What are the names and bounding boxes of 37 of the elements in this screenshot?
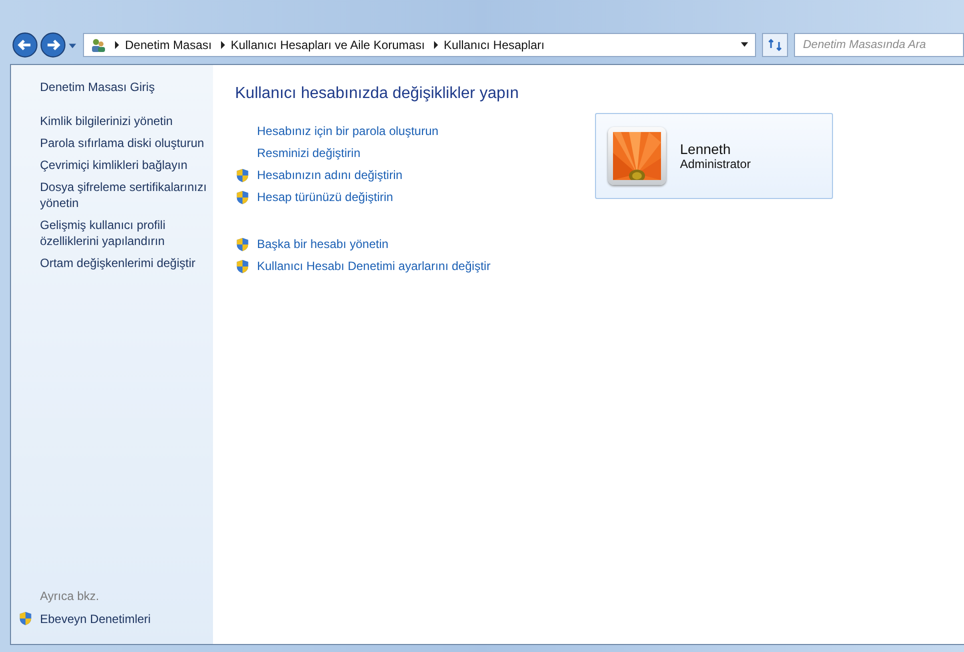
refresh-button[interactable] [762, 33, 788, 57]
sidebar-link[interactable]: Kimlik bilgilerinizi yönetin [11, 113, 213, 129]
search-field[interactable]: Denetim Masasında Ara [794, 33, 964, 57]
breadcrumb[interactable]: Denetim Masası [125, 38, 212, 52]
shield-icon [235, 190, 250, 205]
task-link[interactable]: Hesabınızın adını değiştirin [257, 167, 402, 184]
sidebar-link[interactable]: Dosya şifreleme sertifikalarınızı yönetin [11, 179, 213, 211]
task-link[interactable]: Resminizi değiştirin [257, 145, 360, 162]
see-also-heading: Ayrıca bkz. [39, 589, 100, 603]
address-bar[interactable]: Denetim Masası Kullanıcı Hesapları ve Aile Koruması Kullanıcı Hesapları [83, 33, 756, 57]
shield-icon [235, 259, 250, 274]
task-link[interactable]: Kullanıcı Hesabı Denetimi ayarlarını değiştir [257, 258, 490, 275]
task-link[interactable]: Hesabınız için bir parola oluşturun [257, 123, 438, 140]
forward-icon[interactable] [40, 32, 66, 58]
chevron-icon[interactable] [114, 41, 120, 49]
sidebar-link[interactable]: Parola sıfırlama diski oluşturun [11, 135, 213, 151]
sidebar-link[interactable]: Denetim Masası Giriş [11, 79, 213, 95]
shield-icon [235, 237, 250, 252]
page-title: Kullanıcı hesabınızda değişiklikler yapın [235, 85, 520, 103]
chevron-icon[interactable] [220, 41, 226, 49]
breadcrumb[interactable]: Kullanıcı Hesapları [444, 38, 545, 52]
dropdown-icon[interactable] [740, 42, 749, 48]
task-link[interactable]: Başka bir hesabı yönetin [257, 236, 388, 253]
users-icon [90, 37, 106, 53]
shield-icon [18, 611, 33, 626]
task-link[interactable]: Hesap türünüzü değiştirin [257, 189, 394, 206]
user-role: Administrator [680, 157, 751, 171]
sidebar-link[interactable]: Gelişmiş kullanıcı profili özelliklerini yapılandırın [11, 217, 213, 249]
sidebar-link[interactable]: Ortam değişkenlerimi değiştir [11, 255, 213, 271]
sidebar-link[interactable]: Ebeveyn Denetimleri [40, 612, 151, 626]
user-name: Lenneth [680, 141, 732, 157]
breadcrumb[interactable]: Kullanıcı Hesapları ve Aile Koruması [230, 38, 425, 52]
sidebar-link[interactable]: Çevrimiçi kimlikleri bağlayın [11, 157, 213, 173]
back-icon[interactable] [12, 32, 38, 58]
shield-icon [235, 168, 250, 183]
chevron-icon[interactable] [432, 41, 439, 49]
refresh-icon [767, 37, 783, 53]
